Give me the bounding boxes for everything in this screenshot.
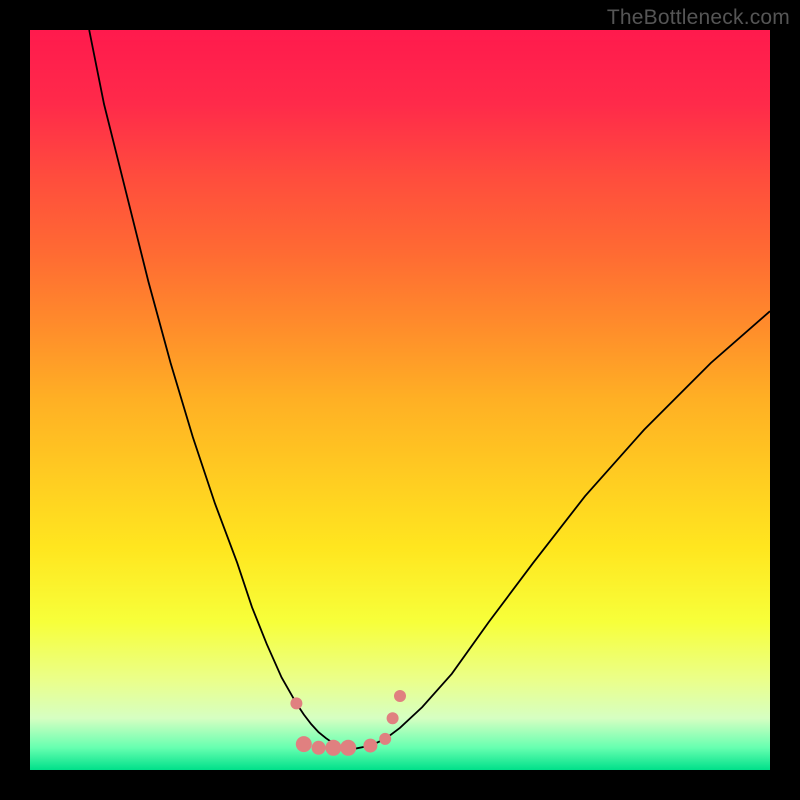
watermark-text: TheBottleneck.com xyxy=(607,6,790,30)
data-marker xyxy=(296,736,312,752)
chart-svg xyxy=(30,30,770,770)
chart-frame: TheBottleneck.com xyxy=(0,0,800,800)
markers-group xyxy=(290,690,406,756)
data-marker xyxy=(312,741,326,755)
plot-area xyxy=(30,30,770,770)
data-marker xyxy=(363,739,377,753)
data-marker xyxy=(394,690,406,702)
data-marker xyxy=(387,712,399,724)
data-marker xyxy=(290,697,302,709)
bottleneck-curve xyxy=(89,30,770,749)
data-marker xyxy=(340,740,356,756)
data-marker xyxy=(325,740,341,756)
data-marker xyxy=(379,733,391,745)
